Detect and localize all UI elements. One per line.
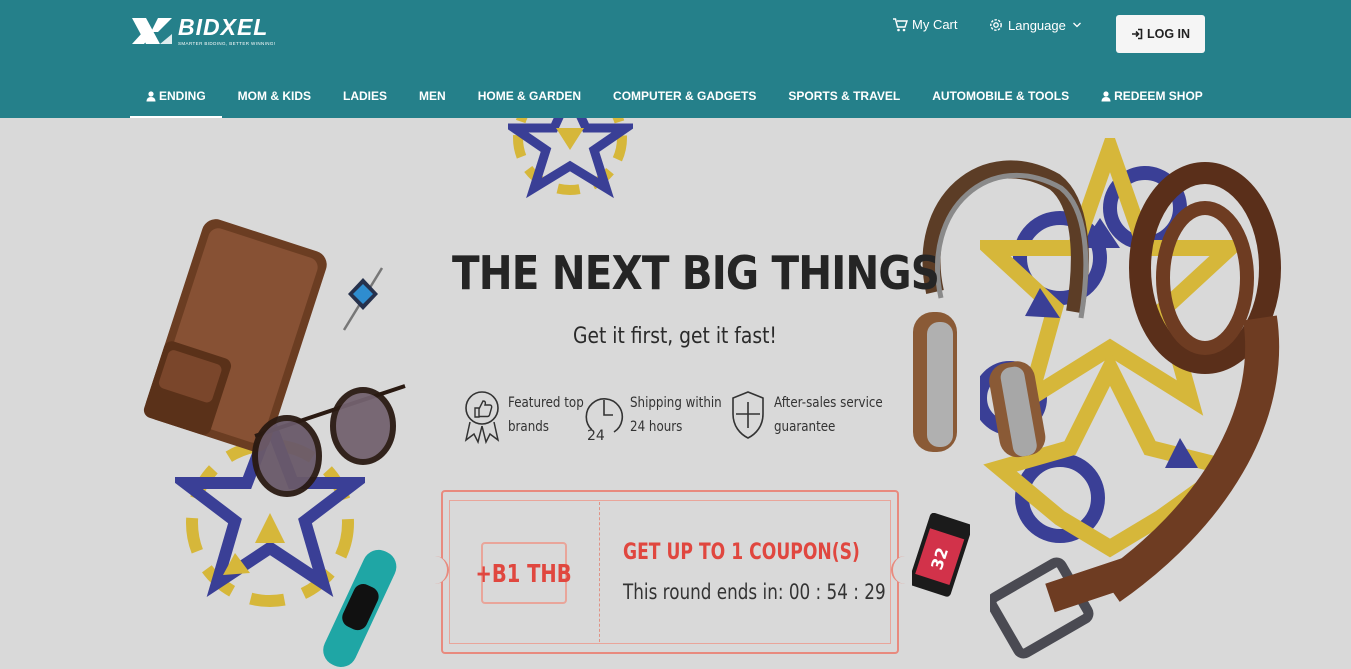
clock-24-icon: 24 (585, 398, 624, 444)
gear-icon (990, 19, 1002, 31)
my-cart-label: My Cart (912, 17, 958, 32)
cart-icon (893, 17, 908, 31)
language-dropdown[interactable]: Language (988, 17, 1082, 33)
logo-mark-icon (132, 18, 172, 44)
login-label: LOG IN (1146, 27, 1191, 41)
nav-item-redeem-shop[interactable]: REDEEM SHOP (1085, 74, 1219, 118)
brand-name: BIDXEL (178, 14, 269, 40)
nav-item-men[interactable]: MEN (403, 74, 462, 118)
brand-tagline: SMARTER BIDDING, BETTER WINNING! (178, 41, 276, 46)
coupon-card[interactable]: +B1 THB GET UP TO 1 COUPON(S) This round… (435, 490, 905, 654)
nav-item-ladies[interactable]: LADIES (327, 74, 403, 118)
nav-label: LADIES (343, 89, 388, 103)
nav-label: MOM & KIDS (237, 89, 312, 103)
coupon-countdown: This round ends in: 00 : 54 : 29 (623, 580, 886, 604)
nav-item-home-garden[interactable]: HOME & GARDEN (462, 74, 597, 118)
feature-text: Shipping within 24 hours (630, 395, 722, 435)
nav-label: AUTOMOBILE & TOOLS (932, 89, 1070, 103)
nav-item-computer-gadgets[interactable]: COMPUTER & GADGETS (597, 74, 772, 118)
belt-image (990, 162, 1281, 659)
brand-logo[interactable]: BIDXEL SMARTER BIDDING, BETTER WINNING! (130, 16, 290, 48)
feature-after-sales: After-sales service guarantee (728, 384, 907, 446)
coupon-divider (599, 502, 600, 642)
feature-shipping: 24 Shipping within 24 hours (584, 384, 742, 446)
user-icon (1101, 90, 1111, 102)
coupon-notch-left (435, 556, 449, 584)
nav-label: REDEEM SHOP (1114, 89, 1203, 103)
coupon-notch-right (891, 556, 905, 584)
nav-label: COMPUTER & GADGETS (613, 89, 757, 103)
nav-label: HOME & GARDEN (477, 89, 582, 103)
nav-item-mom-kids[interactable]: MOM & KIDS (222, 74, 327, 118)
feature-top-brands: Featured top brands (462, 384, 600, 446)
svg-text:24: 24 (587, 428, 605, 444)
fitness-band-image (323, 549, 397, 668)
nav-item-automobile-tools[interactable]: AUTOMOBILE & TOOLS (916, 74, 1085, 118)
user-icon (146, 90, 156, 102)
sunglasses-image (252, 384, 406, 497)
feature-text: Featured top brands (508, 395, 584, 435)
sign-in-icon (1131, 28, 1143, 40)
nav-item-ending[interactable]: ENDING (130, 74, 222, 118)
gem-brooch-image (342, 267, 384, 331)
coupon-amount-badge: +B1 THB (476, 542, 572, 604)
category-nav: ENDING MOM & KIDS LADIES MEN HOME & GARD… (130, 74, 1219, 118)
language-label: Language (1008, 17, 1066, 33)
my-cart-link[interactable]: My Cart (892, 17, 958, 32)
thumbs-up-badge-icon (464, 391, 500, 445)
coupon-title: GET UP TO 1 COUPON(S) (623, 540, 860, 565)
star-pattern-top-icon (508, 118, 633, 199)
memory-card-image: 32 (912, 513, 970, 597)
coupon-amount: +B1 THB (475, 558, 573, 588)
feature-text: After-sales service guarantee (774, 395, 883, 435)
site-header: BIDXEL SMARTER BIDDING, BETTER WINNING! … (0, 0, 1351, 118)
nav-label: ENDING (159, 89, 206, 103)
shield-plus-icon (732, 391, 764, 439)
chevron-down-icon (1072, 22, 1081, 28)
nav-label: SPORTS & TRAVEL (788, 89, 901, 103)
nav-item-sports-travel[interactable]: SPORTS & TRAVEL (772, 74, 916, 118)
hero-banner[interactable]: 32 THE NEXT BIG THINGS Get it first, get… (0, 118, 1351, 669)
banner-subtitle: Get it first, get it fast! (573, 324, 777, 349)
login-button[interactable]: LOG IN (1116, 15, 1205, 53)
nav-label: MEN (419, 89, 446, 103)
banner-title: THE NEXT BIG THINGS (452, 246, 940, 300)
